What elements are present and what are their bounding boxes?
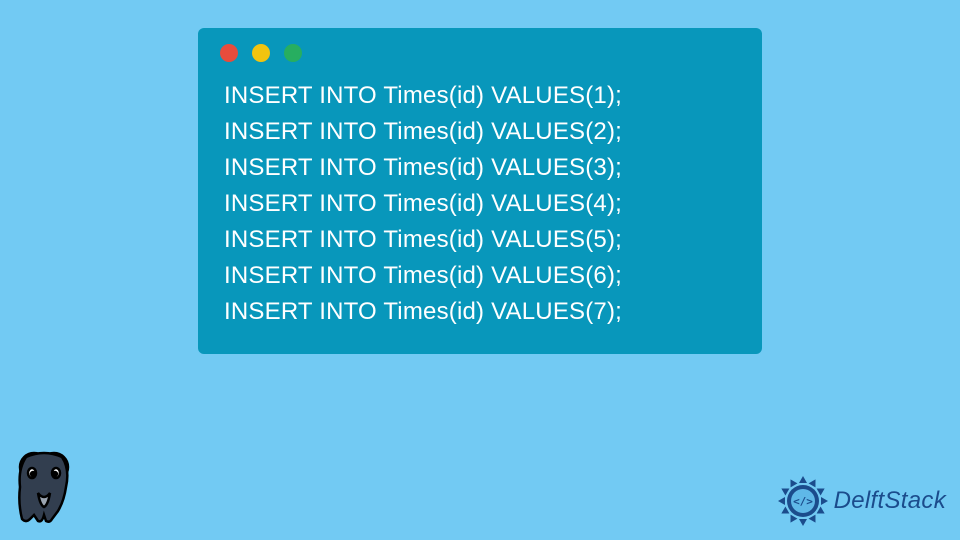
code-line: INSERT INTO Times(id) VALUES(2); [224,114,736,150]
code-line: INSERT INTO Times(id) VALUES(3); [224,150,736,186]
code-line: INSERT INTO Times(id) VALUES(4); [224,186,736,222]
code-line: INSERT INTO Times(id) VALUES(1); [224,78,736,114]
minimize-icon [252,44,270,62]
code-line: INSERT INTO Times(id) VALUES(7); [224,294,736,330]
close-icon [220,44,238,62]
postgresql-logo-icon [8,447,80,530]
window-controls [198,28,762,72]
delftstack-badge-icon: </> [776,474,830,528]
delftstack-logo: </> DelftStack [776,474,946,528]
brand-name: DelftStack [834,487,946,515]
code-line: INSERT INTO Times(id) VALUES(6); [224,258,736,294]
code-line: INSERT INTO Times(id) VALUES(5); [224,222,736,258]
code-window: INSERT INTO Times(id) VALUES(1); INSERT … [198,28,762,354]
svg-text:</>: </> [793,495,813,508]
maximize-icon [284,44,302,62]
code-content: INSERT INTO Times(id) VALUES(1); INSERT … [198,72,762,330]
